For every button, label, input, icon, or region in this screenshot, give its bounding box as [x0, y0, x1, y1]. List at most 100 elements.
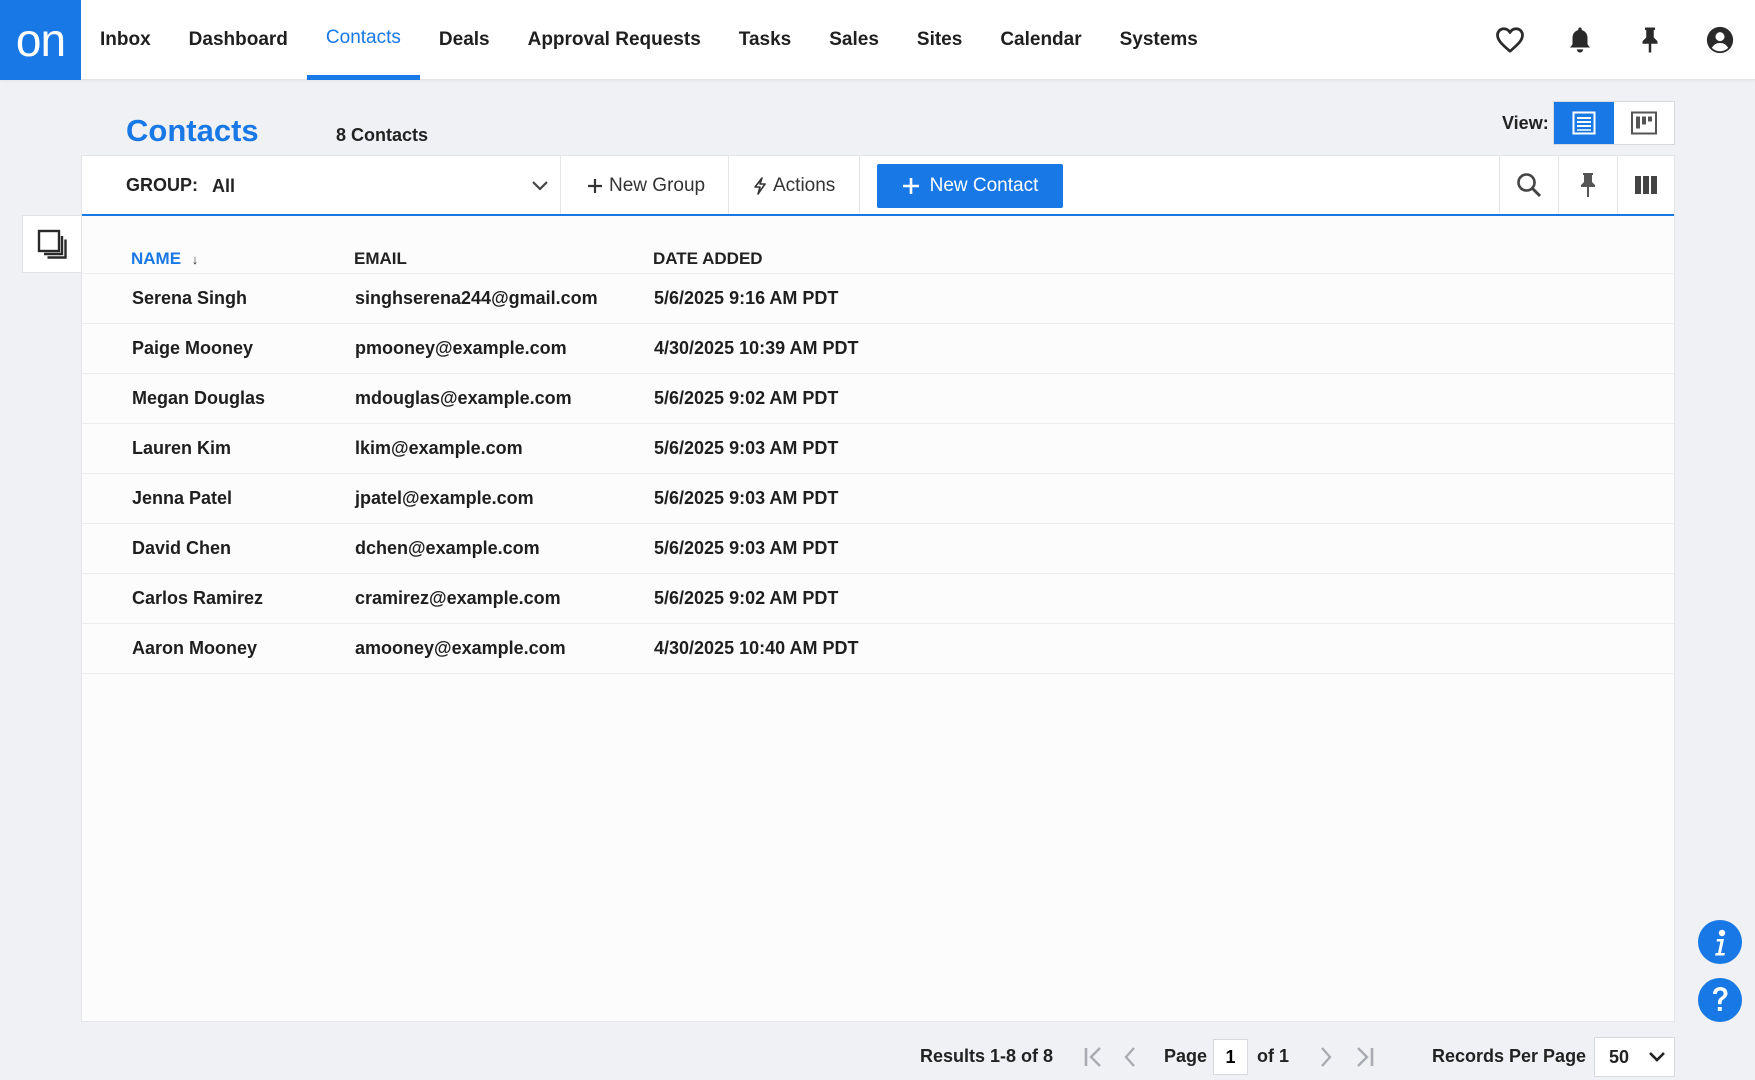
nav-item-label: Inbox	[100, 29, 151, 50]
actions-button[interactable]: Actions	[753, 166, 835, 206]
table-row[interactable]: Megan Douglas mdouglas@example.com 5/6/2…	[82, 374, 1674, 424]
board-view-button[interactable]	[1614, 102, 1674, 144]
total-pages: of 1	[1257, 1046, 1290, 1066]
cell-email: pmooney@example.com	[355, 338, 567, 358]
search-button[interactable]	[1500, 156, 1558, 214]
cell-date-added: 5/6/2025 9:03 AM PDT	[654, 438, 839, 458]
nav-item-calendar[interactable]: Calendar	[981, 0, 1100, 80]
contacts-toolbar: GROUP: All New Group Actions New Contact	[82, 156, 1674, 216]
cell-date-added: 4/30/2025 10:39 AM PDT	[654, 338, 859, 358]
table-row[interactable]: Carlos Ramirez cramirez@example.com 5/6/…	[82, 574, 1674, 624]
group-select[interactable]: All	[212, 166, 557, 206]
contact-count: 8 Contacts	[336, 125, 429, 145]
toolbar-divider	[859, 156, 860, 214]
nav-icons	[1475, 0, 1755, 80]
columns-icon	[1635, 176, 1657, 194]
table-row[interactable]: David Chen dchen@example.com 5/6/2025 9:…	[82, 524, 1674, 574]
main-content: Contacts 8 Contacts View: GROUP: All New…	[81, 80, 1675, 1022]
new-contact-button[interactable]: New Contact	[877, 164, 1063, 208]
nav-item-systems[interactable]: Systems	[1101, 0, 1217, 80]
group-select-value: All	[212, 175, 236, 196]
cell-email: lkim@example.com	[355, 438, 523, 458]
new-group-button[interactable]: New Group	[587, 166, 705, 206]
nav-item-label: Tasks	[738, 29, 792, 50]
contacts-table: NAME ↓ EMAIL DATE ADDED Serena Singh sin…	[82, 216, 1674, 674]
nav-item-inbox[interactable]: Inbox	[81, 0, 170, 80]
page-number-input[interactable]	[1213, 1039, 1248, 1075]
chevron-right-icon	[1321, 1047, 1332, 1067]
column-header-email[interactable]: EMAIL	[354, 249, 407, 269]
nav-item-tasks[interactable]: Tasks	[720, 0, 810, 80]
page-label: Page	[1164, 1046, 1208, 1066]
pin-icon	[1581, 173, 1595, 197]
toolbar-divider	[560, 156, 561, 214]
nav-item-label: Contacts	[325, 27, 401, 48]
top-navigation: on Inbox Dashboard Contacts Deals Approv…	[0, 0, 1755, 80]
chevron-left-icon	[1124, 1047, 1135, 1067]
nav-item-label: Dashboard	[188, 29, 288, 50]
new-contact-label: New Contact	[929, 175, 1039, 196]
nav-item-label: Sales	[829, 29, 879, 50]
lightning-icon	[754, 177, 766, 195]
cell-name: Jenna Patel	[132, 488, 233, 508]
nav-item-label: Approval Requests	[527, 29, 701, 50]
pin-filters-button[interactable]	[1559, 156, 1617, 214]
table-row[interactable]: Paige Mooney pmooney@example.com 4/30/20…	[82, 324, 1674, 374]
cell-date-added: 5/6/2025 9:03 AM PDT	[654, 488, 839, 508]
cell-email: singhserena244@gmail.com	[355, 288, 598, 308]
nav-item-contacts[interactable]: Contacts	[306, 0, 420, 80]
app-logo[interactable]: on	[0, 0, 81, 80]
sort-down-icon: ↓	[191, 252, 199, 267]
first-page-button[interactable]	[1080, 1042, 1110, 1072]
records-per-page-label: Records Per Page	[1432, 1046, 1587, 1066]
table-row[interactable]: Jenna Patel jpatel@example.com 5/6/2025 …	[82, 474, 1674, 524]
previous-page-button[interactable]	[1115, 1042, 1145, 1072]
nav-item-sales[interactable]: Sales	[810, 0, 898, 80]
cell-name: David Chen	[132, 538, 232, 558]
view-toggle	[1553, 101, 1675, 145]
nav-item-dashboard[interactable]: Dashboard	[170, 0, 307, 80]
nav-item-label: Sites	[916, 29, 963, 50]
first-page-icon	[1084, 1047, 1101, 1067]
nav-item-label: Systems	[1119, 29, 1198, 50]
list-view-icon	[1572, 111, 1596, 135]
cell-name: Lauren Kim	[132, 438, 232, 458]
table-row[interactable]: Lauren Kim lkim@example.com 5/6/2025 9:0…	[82, 424, 1674, 474]
layers-icon	[37, 229, 67, 259]
cell-date-added: 4/30/2025 10:40 AM PDT	[654, 638, 859, 658]
table-header: NAME ↓ EMAIL DATE ADDED	[82, 216, 1674, 274]
pagination-bar: Results 1-8 of 8 Page of 1 Records Per P…	[0, 1030, 1755, 1080]
column-header-date-added[interactable]: DATE ADDED	[653, 249, 763, 269]
sidebar-toggle-button[interactable]	[22, 215, 81, 273]
heart-icon[interactable]	[1475, 0, 1545, 80]
nav-item-label: Calendar	[1000, 29, 1082, 50]
pin-icon[interactable]	[1615, 0, 1685, 80]
nav-item-sites[interactable]: Sites	[898, 0, 981, 80]
table-row[interactable]: Serena Singh singhserena244@gmail.com 5/…	[82, 274, 1674, 324]
last-page-button[interactable]	[1348, 1042, 1378, 1072]
columns-button[interactable]	[1617, 156, 1675, 214]
cell-email: mdouglas@example.com	[355, 388, 572, 408]
chevron-down-icon	[532, 181, 548, 191]
cell-email: jpatel@example.com	[355, 488, 534, 508]
list-view-button[interactable]	[1554, 102, 1614, 144]
table-row[interactable]: Aaron Mooney amooney@example.com 4/30/20…	[82, 624, 1674, 674]
plus-icon	[588, 179, 602, 193]
nav-item-label: Deals	[438, 29, 490, 50]
info-button[interactable]	[1698, 920, 1742, 964]
cell-name: Carlos Ramirez	[132, 588, 264, 608]
account-icon[interactable]	[1685, 0, 1755, 80]
cell-email: dchen@example.com	[355, 538, 540, 558]
next-page-button[interactable]	[1311, 1042, 1341, 1072]
cell-date-added: 5/6/2025 9:16 AM PDT	[654, 288, 839, 308]
column-header-label: NAME	[131, 249, 182, 268]
records-per-page-select[interactable]: 50	[1594, 1037, 1675, 1077]
board-view-icon	[1631, 111, 1657, 135]
page-title: Contacts	[126, 113, 259, 148]
bell-icon[interactable]	[1545, 0, 1615, 80]
column-header-name[interactable]: NAME ↓	[131, 249, 198, 269]
help-button[interactable]	[1698, 978, 1742, 1022]
nav-item-approval-requests[interactable]: Approval Requests	[509, 0, 720, 80]
nav-item-deals[interactable]: Deals	[420, 0, 509, 80]
cell-name: Serena Singh	[132, 288, 248, 308]
